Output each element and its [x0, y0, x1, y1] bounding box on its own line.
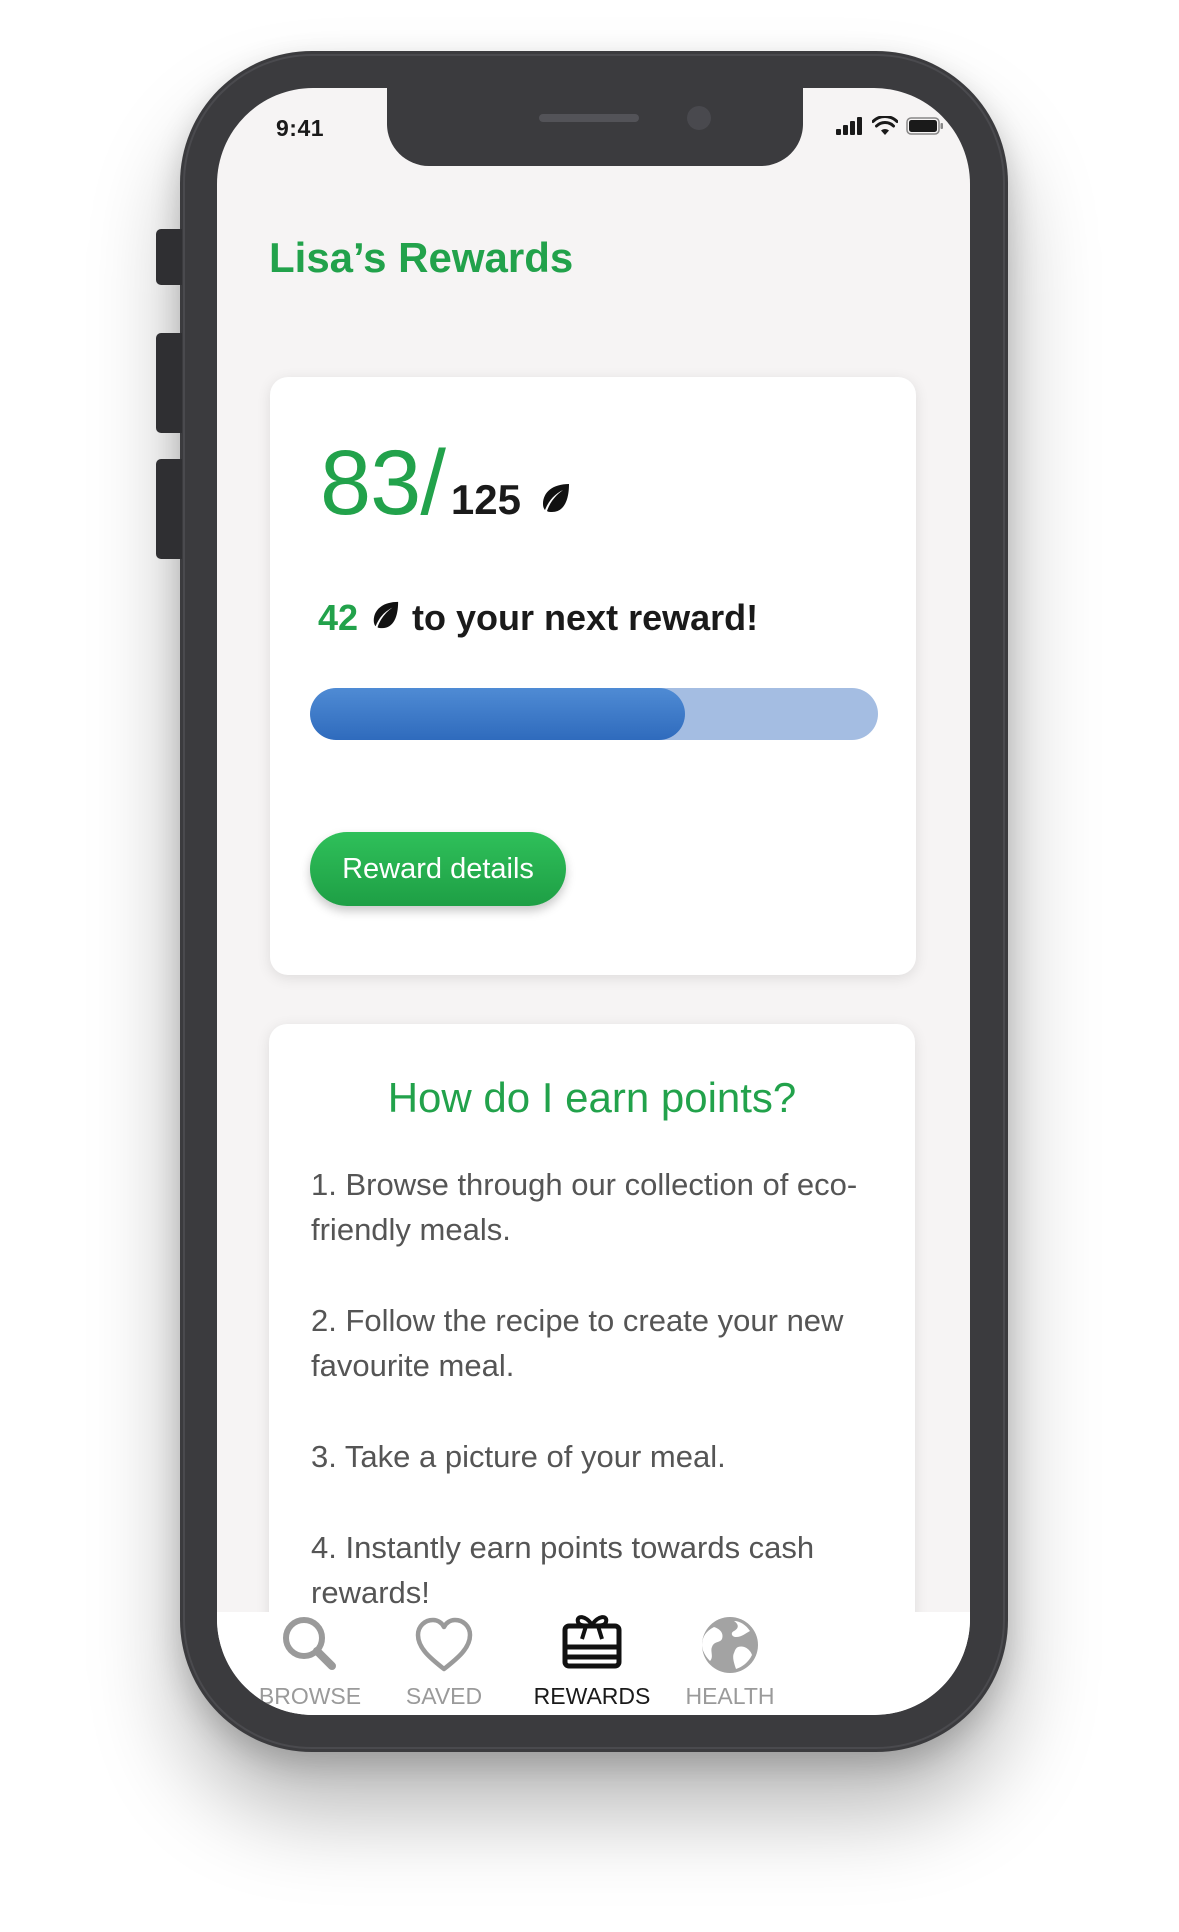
next-reward: 42 to your next reward! — [318, 597, 758, 639]
cellular-signal-icon — [836, 117, 862, 135]
tab-health[interactable]: HEALTH — [645, 1609, 815, 1710]
earn-points-title: How do I earn points? — [387, 1074, 797, 1121]
search-icon — [283, 1617, 336, 1670]
status-time: 9:41 — [276, 115, 325, 141]
tab-bar: BROWSE SAVED REWARDS HEALTH — [217, 1612, 970, 1715]
reward-details-button[interactable]: Reward details — [310, 832, 566, 906]
globe-icon — [702, 1617, 758, 1673]
screen: 9:41 Lisa’s Rewards 83/ 125 42 to your n… — [217, 88, 970, 1715]
total-points: 125 — [450, 476, 521, 523]
phone-frame: 9:41 Lisa’s Rewards 83/ 125 42 to your n… — [156, 51, 1008, 1752]
leaf-icon — [539, 482, 571, 519]
earn-points-card: How do I earn points? 1. Browse through … — [269, 1024, 915, 1644]
front-camera — [687, 106, 711, 130]
heart-icon — [415, 1617, 473, 1672]
list-item: 3. Take a picture of your meal. — [311, 1439, 726, 1474]
status-icons — [836, 116, 944, 136]
tab-label: HEALTH — [685, 1683, 775, 1709]
notch — [387, 88, 803, 166]
tab-label: SAVED — [405, 1683, 483, 1709]
next-reward-text: to your next reward! — [412, 597, 759, 638]
list-item: 1. Browse through our collection of eco-… — [311, 1167, 858, 1247]
tab-saved[interactable]: SAVED — [359, 1609, 529, 1710]
silent-switch — [156, 229, 182, 285]
list-item: 2. Follow the recipe to create your new … — [311, 1303, 844, 1383]
battery-icon — [906, 117, 943, 135]
volume-up-button — [156, 333, 182, 433]
page-title: Lisa’s Rewards — [269, 234, 574, 281]
reward-progress-fill — [310, 688, 685, 740]
earn-points-steps: 1. Browse through our collection of eco-… — [311, 1162, 881, 1661]
current-points: 83/ — [320, 432, 446, 534]
leaf-icon — [370, 597, 400, 639]
gift-card-icon — [562, 1615, 622, 1669]
list-item: 4. Instantly earn points towards cash re… — [311, 1530, 815, 1610]
volume-down-button — [156, 459, 182, 559]
points-score: 83/ 125 — [320, 437, 571, 529]
points-card: 83/ 125 42 to your next reward! Reward d… — [270, 377, 916, 975]
speaker — [539, 114, 639, 122]
next-reward-count: 42 — [318, 597, 359, 638]
reward-progress-bar — [310, 688, 878, 740]
wifi-icon — [872, 116, 898, 135]
